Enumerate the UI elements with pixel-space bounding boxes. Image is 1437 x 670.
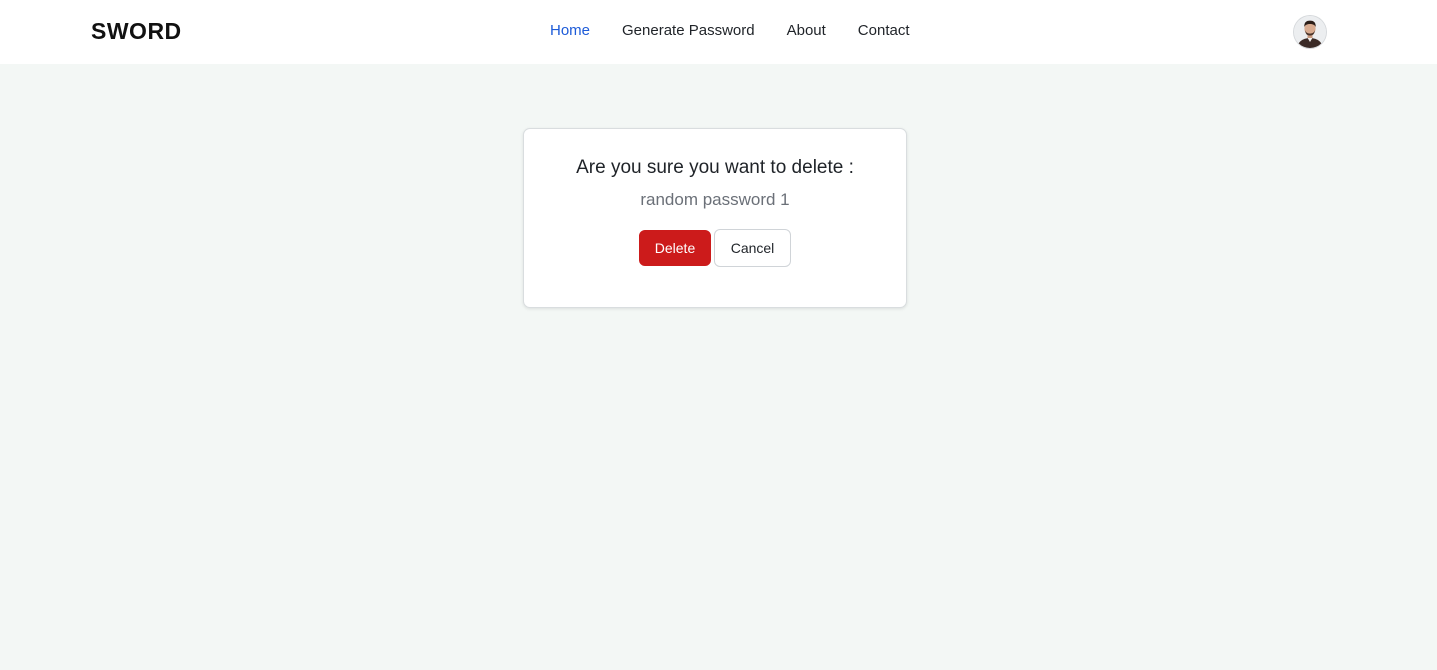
navbar: SWORD Home Generate Password About Conta… — [0, 0, 1437, 64]
nav-item-contact[interactable]: Contact — [858, 22, 910, 39]
nav-item-about[interactable]: About — [787, 22, 826, 39]
dialog-actions: Delete Cancel — [639, 229, 791, 267]
main-nav: Home Generate Password About Contact — [550, 22, 910, 39]
delete-button[interactable]: Delete — [639, 230, 711, 266]
item-to-delete: random password 1 — [640, 190, 790, 209]
cancel-button[interactable]: Cancel — [714, 229, 791, 267]
avatar-icon — [1294, 16, 1326, 48]
user-avatar[interactable] — [1294, 16, 1326, 48]
nav-item-generate-password[interactable]: Generate Password — [622, 22, 755, 39]
dialog-title: Are you sure you want to delete : — [576, 157, 854, 178]
nav-item-home[interactable]: Home — [550, 22, 590, 39]
brand-logo[interactable]: SWORD — [91, 18, 182, 45]
delete-confirm-dialog: Are you sure you want to delete : random… — [523, 128, 907, 308]
